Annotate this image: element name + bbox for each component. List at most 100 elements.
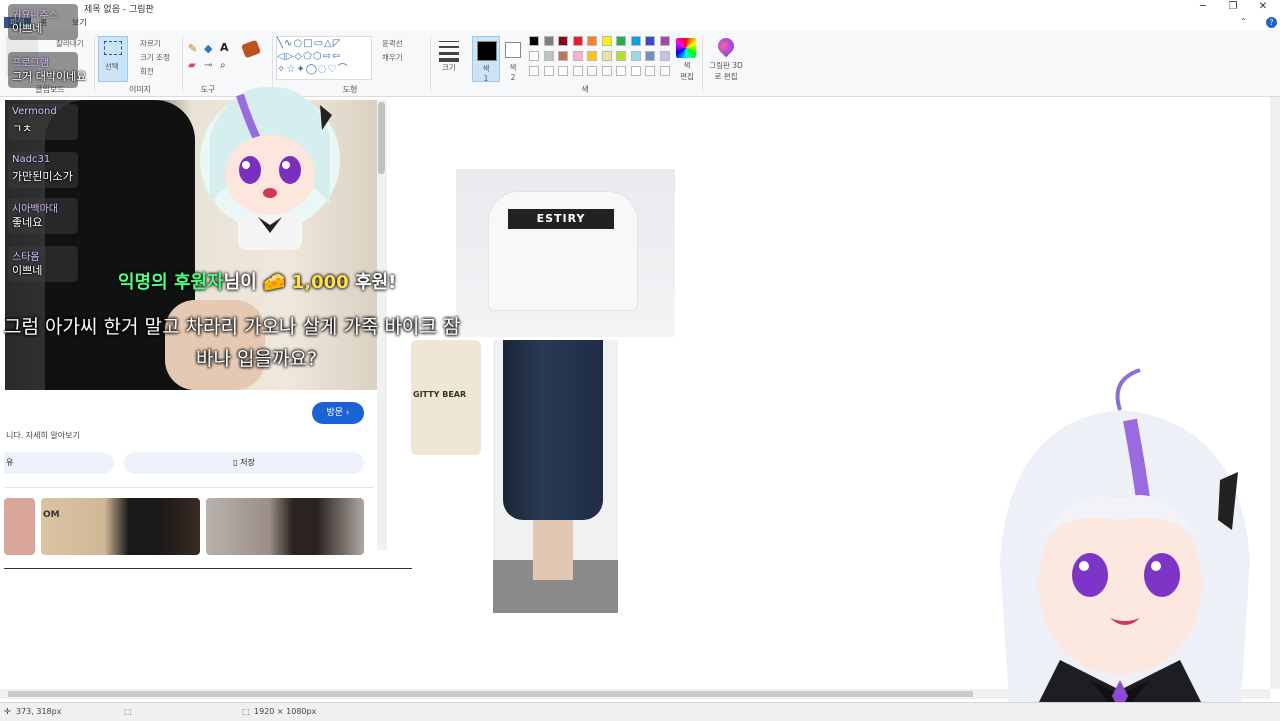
color1-swatch — [477, 41, 497, 61]
magnifier-icon[interactable]: ⌕ — [220, 60, 231, 71]
palette-swatch-empty[interactable] — [587, 66, 597, 76]
size-button[interactable] — [436, 38, 462, 64]
related-thumbnail[interactable] — [4, 498, 35, 555]
palette-swatch[interactable] — [543, 51, 554, 61]
palette-swatch[interactable] — [529, 36, 539, 46]
eraser-icon[interactable]: ▰ — [188, 60, 199, 71]
chibi-eye-right — [279, 156, 301, 184]
rotate-button[interactable]: 회전 — [140, 66, 154, 77]
palette-swatch[interactable] — [616, 51, 626, 61]
pencil-icon[interactable]: ✎ — [188, 42, 199, 55]
palette-swatch[interactable] — [601, 36, 612, 46]
palette-swatch-empty[interactable] — [572, 66, 583, 76]
browser-scroll-thumb[interactable] — [378, 102, 385, 174]
crop-button[interactable]: 자르기 — [140, 38, 161, 49]
palette-swatch[interactable] — [659, 36, 670, 46]
close-button[interactable]: ✕ — [1250, 1, 1276, 15]
status-bar: ✛ 373, 318px ⬚ ⬚ 1920 × 1080px — [0, 702, 1280, 721]
coin-icon: 🧀 — [263, 272, 286, 293]
fill-button[interactable]: 채우기 — [382, 52, 403, 63]
palette-swatch[interactable] — [529, 51, 539, 61]
window-title: 제목 없음 - 그림판 — [84, 5, 154, 15]
pill-left-button[interactable]: 유 — [4, 452, 114, 474]
shapes-gallery[interactable]: ╲∿○□▭△◸ ◁▷◇⬠⬡⇨⇦ ✧☆✦◯◌♡⌒ — [276, 36, 372, 80]
group-colors-label: 색 — [581, 85, 589, 94]
palette-swatch-empty[interactable] — [659, 66, 670, 76]
chibi-avatar — [200, 86, 340, 250]
select-button[interactable]: 선택 — [98, 36, 128, 82]
subtitle-line-2: 바나 입을까요? — [196, 348, 318, 370]
outline-button[interactable]: 윤곽선 — [382, 38, 403, 49]
select-label: 선택 — [105, 62, 119, 71]
save-button[interactable]: ▯ 저장 — [124, 452, 364, 474]
color1-button[interactable]: 색 1 — [472, 36, 500, 83]
palette-swatch-empty[interactable] — [529, 66, 539, 76]
palette-swatch[interactable] — [572, 36, 583, 46]
vertical-scrollbar[interactable] — [1270, 97, 1280, 689]
thumbnail-label: OM — [43, 510, 60, 520]
palette-swatch[interactable] — [587, 36, 597, 46]
divider — [4, 487, 374, 488]
palette-swatch[interactable] — [645, 36, 655, 46]
size-label: 크기 — [442, 63, 456, 72]
related-thumbnail[interactable] — [206, 498, 364, 555]
color-picker-icon[interactable]: ⊸ — [204, 60, 215, 71]
palette-swatch[interactable] — [572, 51, 583, 61]
paint3d-label[interactable]: 그림판 3D로 편집 — [708, 60, 744, 82]
canvas-dimensions: 1920 × 1080px — [254, 707, 317, 716]
minimize-button[interactable]: ─ — [1190, 1, 1216, 15]
info-text[interactable]: 니다. 자세히 알아보기 — [6, 430, 80, 441]
horizontal-scroll-thumb[interactable] — [8, 691, 973, 697]
color2-button[interactable]: 색 2 — [502, 36, 524, 82]
palette-swatch-empty[interactable] — [645, 66, 655, 76]
palette-swatch[interactable] — [543, 36, 554, 46]
edit-colors-icon[interactable] — [676, 38, 696, 58]
chat-message: ㄱㅊ — [12, 122, 33, 135]
chat-username: 귀요니추스 — [12, 10, 58, 21]
ribbon-separator — [94, 36, 95, 92]
palette-swatch[interactable] — [630, 36, 641, 46]
vtuber-ahoge — [1115, 368, 1141, 411]
ribbon-separator — [430, 36, 431, 92]
palette-swatch[interactable] — [659, 51, 670, 61]
help-icon[interactable]: ? — [1266, 17, 1277, 28]
palette-swatch-empty[interactable] — [558, 66, 568, 76]
palette-swatch-empty[interactable] — [543, 66, 554, 76]
donation-alert: 익명의 후원자님이 🧀 1,000 후원! — [118, 268, 396, 294]
ribbon-separator — [702, 36, 703, 92]
palette-swatch-empty[interactable] — [630, 66, 641, 76]
visit-button[interactable]: 방문 › — [312, 402, 364, 424]
chat-username: 스타몸 — [12, 252, 40, 263]
palette-swatch[interactable] — [630, 51, 641, 61]
ribbon-separator — [182, 36, 183, 92]
collapse-ribbon-icon[interactable]: ⌃ — [1240, 17, 1247, 26]
resize-button[interactable]: 크기 조정 — [140, 52, 170, 63]
tshirt-image: ESTIRY — [456, 169, 675, 337]
maximize-button[interactable]: ❐ — [1220, 1, 1246, 15]
palette-swatch[interactable] — [558, 36, 568, 46]
palette-swatch[interactable] — [587, 51, 597, 61]
vtuber-eye-left — [1072, 553, 1108, 597]
fill-icon[interactable]: ◆ — [204, 42, 215, 55]
palette-swatch[interactable] — [558, 51, 568, 61]
palette-swatch-empty[interactable] — [616, 66, 626, 76]
selection-icon: ⬚ — [124, 707, 132, 716]
chat-username: 시아백마대 — [12, 204, 58, 215]
palette-swatch-empty[interactable] — [601, 66, 612, 76]
donor-name: 익명의 후원자 — [118, 272, 224, 293]
paint3d-icon[interactable] — [714, 34, 738, 58]
text-icon[interactable]: A — [220, 41, 231, 54]
palette-swatch[interactable] — [645, 51, 655, 61]
palette-swatch[interactable] — [601, 51, 612, 61]
tote-bag-image: GITTY BEAR — [411, 340, 481, 455]
related-thumbnail[interactable]: OM — [41, 498, 200, 555]
palette-swatch[interactable] — [616, 36, 626, 46]
bag-print: GITTY BEAR — [413, 390, 467, 399]
brushes-button[interactable] — [240, 38, 264, 62]
shapes-row-1: ╲∿○□▭△◸ — [277, 38, 342, 49]
cursor-coords: 373, 318px — [16, 707, 62, 716]
save-label: 저장 — [240, 458, 255, 467]
edit-colors-label[interactable]: 색 편집 — [680, 60, 694, 82]
vtuber-avatar — [1000, 368, 1250, 720]
legs — [533, 520, 573, 580]
